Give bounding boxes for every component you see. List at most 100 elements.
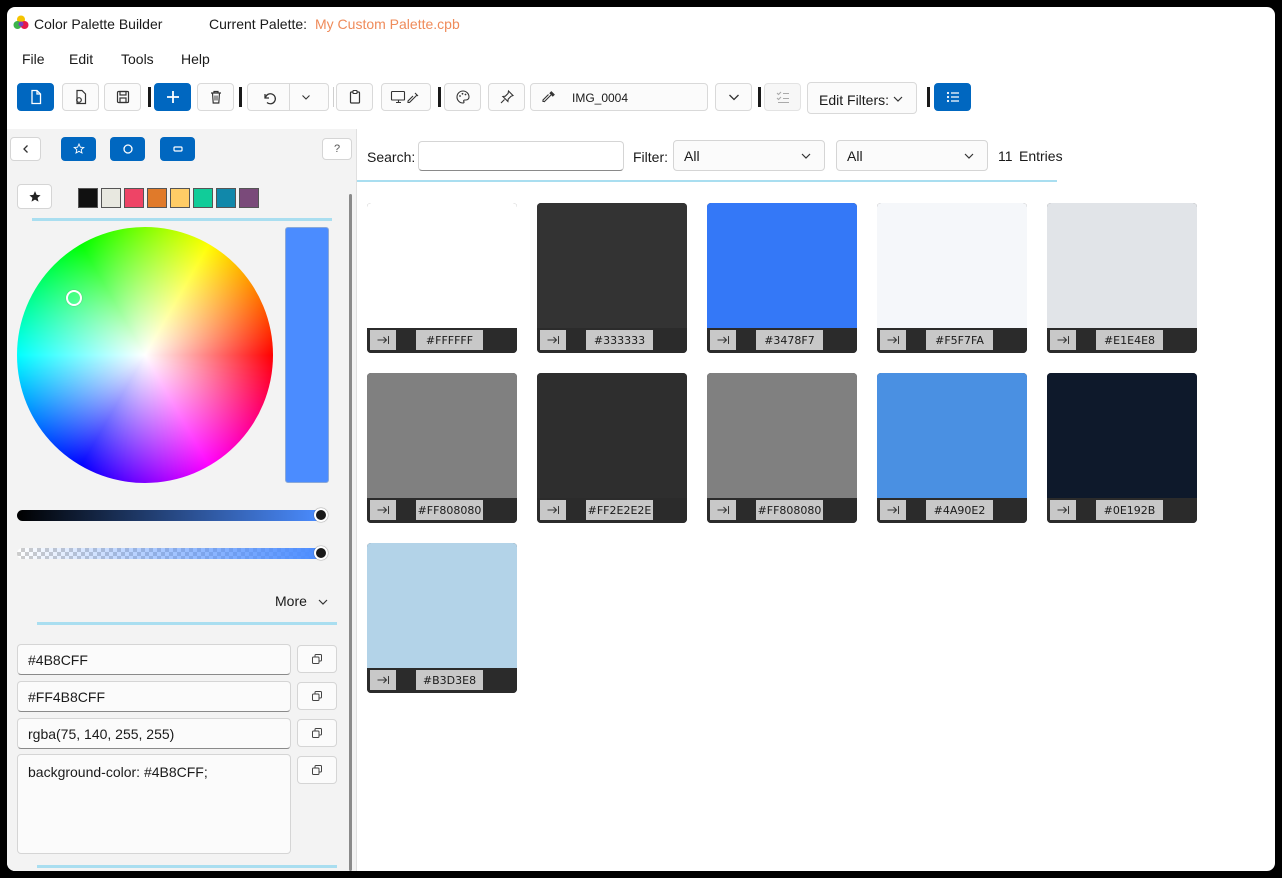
- color-swatch[interactable]: [707, 373, 857, 498]
- color-wheel[interactable]: [17, 227, 273, 483]
- pin-button[interactable]: [488, 83, 525, 111]
- arrow-to-end-icon: [547, 506, 559, 514]
- argb-hex-field[interactable]: #FF4B8CFF: [17, 681, 291, 712]
- color-card[interactable]: #0E192B: [1047, 373, 1197, 523]
- collapse-panel-button[interactable]: [10, 137, 41, 161]
- filter-value-combo[interactable]: All: [836, 140, 988, 171]
- checklist-button[interactable]: [764, 83, 801, 111]
- hex-field[interactable]: #4B8CFF: [17, 644, 291, 675]
- toolbar-separator: [438, 87, 441, 107]
- alpha-slider[interactable]: [17, 548, 321, 559]
- menu-file[interactable]: File: [22, 51, 45, 67]
- quick-swatch[interactable]: [193, 188, 213, 208]
- quick-swatch[interactable]: [239, 188, 259, 208]
- slider-mode-button[interactable]: [160, 137, 195, 161]
- apply-color-button[interactable]: [370, 670, 396, 690]
- color-wheel-handle[interactable]: [66, 290, 82, 306]
- palette-button[interactable]: [444, 83, 481, 111]
- list-view-button[interactable]: [934, 83, 971, 111]
- apply-color-button[interactable]: [540, 330, 566, 350]
- color-card[interactable]: #B3D3E8: [367, 543, 517, 693]
- chevron-down-icon: [318, 599, 328, 606]
- apply-color-button[interactable]: [370, 330, 396, 350]
- new-file-button[interactable]: [17, 83, 54, 111]
- apply-color-button[interactable]: [540, 500, 566, 520]
- color-card[interactable]: #E1E4E8: [1047, 203, 1197, 353]
- color-card[interactable]: #FF2E2E2E: [537, 373, 687, 523]
- more-options-toggle[interactable]: More: [275, 593, 329, 609]
- color-swatch[interactable]: [537, 373, 687, 498]
- screen-picker-button[interactable]: [381, 83, 431, 111]
- list-view-icon: [946, 91, 959, 103]
- arrow-to-end-icon: [377, 676, 389, 684]
- color-swatch[interactable]: [707, 203, 857, 328]
- css-field[interactable]: background-color: #4B8CFF;: [17, 754, 291, 854]
- quick-swatch[interactable]: [124, 188, 144, 208]
- apply-color-button[interactable]: [880, 500, 906, 520]
- quick-swatch[interactable]: [170, 188, 190, 208]
- copy-argb-button[interactable]: [297, 682, 337, 710]
- chevron-down-icon: [893, 96, 903, 102]
- color-swatch[interactable]: [1047, 203, 1197, 328]
- quick-swatch[interactable]: [101, 188, 121, 208]
- color-card[interactable]: #4A90E2: [877, 373, 1027, 523]
- color-swatch[interactable]: [877, 373, 1027, 498]
- copy-css-button[interactable]: [297, 756, 337, 784]
- toolbar-separator: [333, 87, 334, 107]
- color-card[interactable]: #FF808080: [367, 373, 517, 523]
- color-swatch[interactable]: [1047, 373, 1197, 498]
- quick-swatch[interactable]: [147, 188, 167, 208]
- quick-swatch[interactable]: [78, 188, 98, 208]
- alpha-slider-handle[interactable]: [314, 546, 328, 560]
- copy-hex-button[interactable]: [297, 645, 337, 673]
- favorites-button[interactable]: [17, 184, 52, 209]
- undo-button[interactable]: [247, 83, 329, 111]
- save-button[interactable]: [104, 83, 141, 111]
- section-divider: [37, 865, 337, 868]
- filter-type-combo[interactable]: All: [673, 140, 825, 171]
- section-divider: [32, 218, 332, 221]
- color-swatch[interactable]: [367, 373, 517, 498]
- wheel-mode-button[interactable]: [110, 137, 145, 161]
- menu-tools[interactable]: Tools: [121, 51, 154, 67]
- quick-swatch[interactable]: [216, 188, 236, 208]
- help-button[interactable]: ?: [322, 138, 352, 160]
- search-label: Search:: [367, 149, 416, 165]
- color-card[interactable]: #FFFFFF: [367, 203, 517, 353]
- arrow-to-end-icon: [1057, 336, 1069, 344]
- rgba-field[interactable]: rgba(75, 140, 255, 255): [17, 718, 291, 749]
- add-color-button[interactable]: [154, 83, 191, 111]
- apply-color-button[interactable]: [1050, 330, 1076, 350]
- copy-rgba-button[interactable]: [297, 719, 337, 747]
- search-input[interactable]: [418, 141, 624, 171]
- menu-help[interactable]: Help: [181, 51, 210, 67]
- color-swatch[interactable]: [877, 203, 1027, 328]
- color-card[interactable]: #3478F7: [707, 203, 857, 353]
- image-source-combo[interactable]: IMG_0004: [530, 83, 708, 111]
- toolbar: IMG_0004 Edit Filters:: [7, 82, 1275, 114]
- color-card[interactable]: #FF808080: [707, 373, 857, 523]
- edit-filters-button[interactable]: Edit Filters:: [807, 82, 917, 114]
- open-file-button[interactable]: [62, 83, 99, 111]
- color-swatch[interactable]: [537, 203, 687, 328]
- favorite-shape-button[interactable]: [61, 137, 96, 161]
- brightness-slider-handle[interactable]: [314, 508, 328, 522]
- apply-color-button[interactable]: [370, 500, 396, 520]
- menu-edit[interactable]: Edit: [69, 51, 93, 67]
- color-card[interactable]: #333333: [537, 203, 687, 353]
- color-swatch[interactable]: [367, 203, 517, 328]
- delete-button[interactable]: [197, 83, 234, 111]
- color-card[interactable]: #F5F7FA: [877, 203, 1027, 353]
- panel-scrollbar[interactable]: [349, 194, 352, 871]
- image-source-dropdown-button[interactable]: [715, 83, 752, 111]
- apply-color-button[interactable]: [710, 500, 736, 520]
- apply-color-button[interactable]: [1050, 500, 1076, 520]
- clipboard-icon: [349, 89, 360, 104]
- paste-button[interactable]: [336, 83, 373, 111]
- chevron-down-icon[interactable]: [300, 91, 312, 103]
- apply-color-button[interactable]: [710, 330, 736, 350]
- color-swatch[interactable]: [367, 543, 517, 668]
- apply-color-button[interactable]: [880, 330, 906, 350]
- undo-icon: [264, 93, 276, 105]
- brightness-slider[interactable]: [17, 510, 321, 521]
